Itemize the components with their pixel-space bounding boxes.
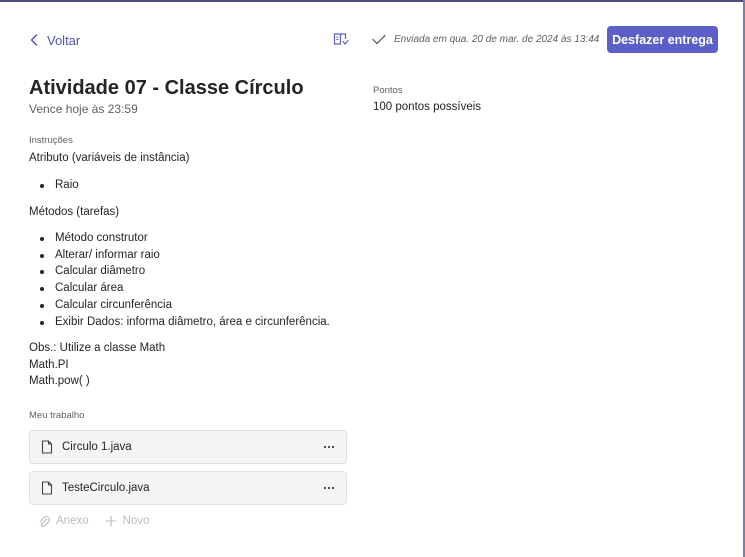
- obs-text: Obs.: Utilize a classe Math Math.PI Math…: [29, 340, 165, 390]
- chevron-left-icon: [30, 34, 38, 46]
- list-item: Calcular diâmetro: [40, 263, 330, 280]
- obs-line: Math.pow( ): [29, 375, 90, 388]
- immersive-reader-icon: [333, 33, 349, 45]
- paperclip-icon: [39, 515, 50, 527]
- list-item: Alterar/ informar raio: [40, 247, 330, 264]
- more-options-icon[interactable]: [322, 482, 336, 494]
- plus-icon: [105, 515, 117, 527]
- obs-line: Math.PI: [29, 358, 69, 371]
- checkmark-icon: [372, 34, 386, 44]
- new-button[interactable]: Novo: [105, 515, 150, 527]
- attributes-list: Raio: [40, 177, 79, 194]
- work-actions: Anexo Novo: [38, 513, 149, 529]
- more-options-icon[interactable]: [322, 441, 336, 453]
- status-text: Enviada em qua. 20 de mar. de 2024 às 13…: [394, 33, 600, 45]
- submission-status: Enviada em qua. 20 de mar. de 2024 às 13…: [372, 31, 599, 47]
- list-item: Calcular área: [40, 280, 330, 297]
- file-icon: [41, 481, 53, 495]
- window-top-border: [0, 0, 745, 2]
- instructions-label: Instruções: [29, 135, 73, 146]
- points-value: 100 pontos possíveis: [373, 101, 482, 113]
- list-item: Raio: [40, 177, 79, 194]
- list-item: Método construtor: [40, 230, 330, 247]
- new-label: Novo: [122, 515, 150, 527]
- back-button[interactable]: Voltar: [30, 31, 80, 49]
- attributes-heading: Atributo (variáveis de instância): [29, 152, 190, 164]
- due-date: Vence hoje às 23:59: [29, 102, 138, 116]
- file-name: Circulo 1.java: [62, 441, 132, 453]
- obs-line: Obs.: Utilize a classe Math: [29, 342, 166, 354]
- file-card[interactable]: TesteCirculo.java: [29, 471, 347, 505]
- my-work-label: Meu trabalho: [29, 410, 85, 421]
- methods-heading: Métodos (tarefas): [29, 206, 120, 218]
- file-icon: [41, 440, 53, 454]
- file-card[interactable]: Circulo 1.java: [29, 430, 347, 464]
- immersive-reader-button[interactable]: [333, 31, 349, 47]
- methods-list: Método construtor Alterar/ informar raio…: [40, 230, 330, 331]
- attach-label: Anexo: [56, 515, 89, 527]
- points-label: Pontos: [373, 85, 403, 96]
- list-item: Exibir Dados: informa diâmetro, área e c…: [40, 314, 330, 331]
- assignment-title: Atividade 07 - Classe Círculo: [29, 77, 304, 99]
- file-name: TesteCirculo.java: [62, 482, 150, 494]
- list-item: Calcular circunferência: [40, 297, 330, 314]
- undo-submission-button[interactable]: Desfazer entrega: [607, 26, 718, 53]
- back-label: Voltar: [47, 32, 81, 48]
- attach-button[interactable]: Anexo: [38, 515, 89, 528]
